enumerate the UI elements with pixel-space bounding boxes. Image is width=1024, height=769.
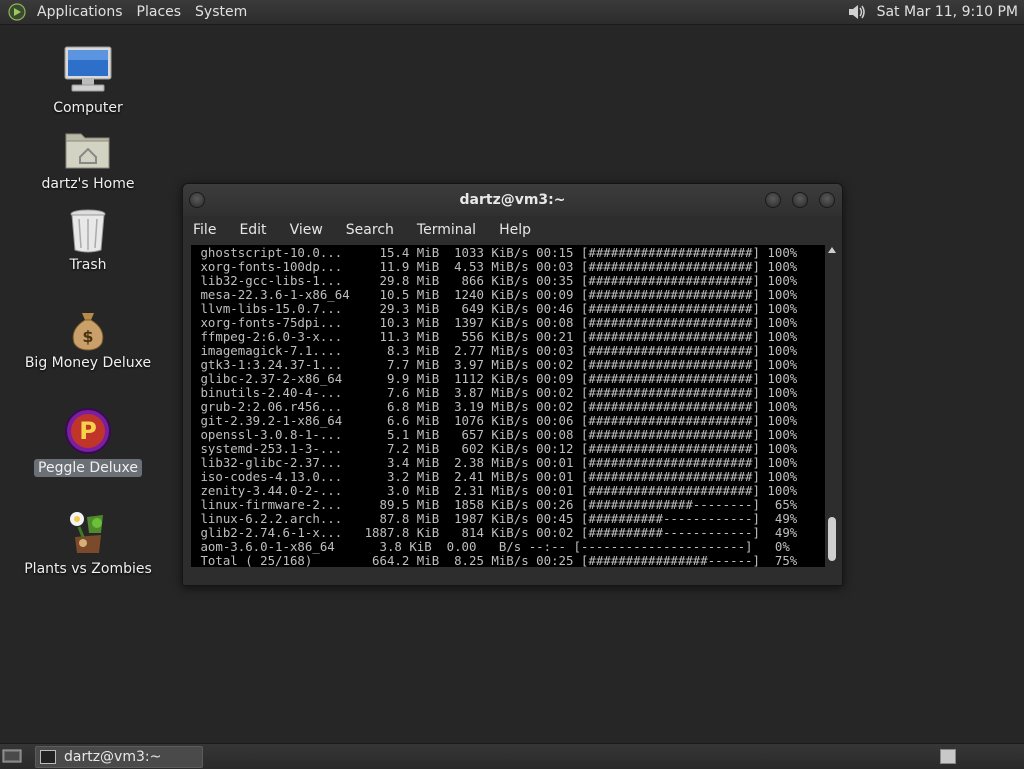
terminal-line: systemd-253.1-3-... 7.2 MiB 602 KiB/s 00… [193, 441, 798, 456]
window-title: dartz@vm3:~ [459, 192, 566, 208]
svg-text:P: P [79, 417, 97, 445]
clock[interactable]: Sat Mar 11, 9:10 PM [877, 4, 1018, 20]
show-desktop-icon[interactable] [2, 748, 22, 764]
terminal-line: zenity-3.44.0-2-... 3.0 MiB 2.31 MiB/s 0… [193, 483, 798, 498]
terminal-line: xorg-fonts-75dpi... 10.3 MiB 1397 KiB/s … [193, 315, 798, 330]
menu-search[interactable]: Search [343, 222, 397, 238]
terminal-line: Total ( 25/168) 664.2 MiB 8.25 MiB/s 00:… [193, 553, 798, 568]
terminal-line: glibc-2.37-2-x86_64 9.9 MiB 1112 KiB/s 0… [193, 371, 798, 386]
taskbar-item-label: dartz@vm3:~ [64, 749, 162, 765]
desktop-icon-label: Trash [69, 257, 107, 273]
places-menu[interactable]: Places [130, 4, 189, 20]
menu-view[interactable]: View [287, 222, 326, 238]
menu-edit[interactable]: Edit [236, 222, 269, 238]
close-button[interactable] [819, 192, 835, 208]
terminal-line: xorg-fonts-100dp... 11.9 MiB 4.53 MiB/s … [193, 259, 798, 274]
terminal-output[interactable]: ghostscript-10.0... 15.4 MiB 1033 KiB/s … [191, 245, 825, 567]
main-menu-logo-icon[interactable] [8, 3, 26, 21]
money-bag-icon: $ [72, 313, 104, 351]
taskbar-item-terminal[interactable]: dartz@vm3:~ [35, 746, 203, 768]
desktop-icon-plants-vs-zombies[interactable]: Plants vs Zombies [13, 507, 163, 578]
terminal-line: imagemagick-7.1.... 8.3 MiB 2.77 MiB/s 0… [193, 343, 798, 358]
terminal-line: iso-codes-4.13.0... 3.2 MiB 2.41 MiB/s 0… [193, 469, 798, 484]
desktop-icon-label: Peggle Deluxe [34, 459, 142, 477]
system-tray: Sat Mar 11, 9:10 PM [847, 3, 1018, 21]
terminal-line: glib2-2.74.6-1-x... 1887.8 KiB 814 KiB/s… [193, 525, 798, 540]
plants-vs-zombies-icon [70, 512, 103, 553]
terminal-line: binutils-2.40-4-... 7.6 MiB 3.87 MiB/s 0… [193, 385, 798, 400]
menu-file[interactable]: File [190, 222, 219, 238]
window-titlebar[interactable]: dartz@vm3:~ [183, 184, 842, 216]
desktop-icon-computer[interactable]: Computer [13, 44, 163, 117]
menu-help[interactable]: Help [496, 222, 534, 238]
desktop-icon-label: dartz's Home [41, 176, 135, 192]
terminal-line: openssl-3.0.8-1-... 5.1 MiB 657 KiB/s 00… [193, 427, 798, 442]
terminal-line: aom-3.6.0-1-x86_64 3.8 KiB 0.00 B/s --:-… [193, 539, 790, 554]
top-panel: Applications Places System Sat Mar 11, 9… [0, 0, 1024, 25]
home-folder-icon [65, 133, 110, 169]
desktop-icon-home[interactable]: dartz's Home [13, 126, 163, 193]
terminal-menubar: File Edit View Search Terminal Help [183, 216, 842, 244]
bottom-panel: dartz@vm3:~ [0, 743, 1024, 769]
trash-icon [70, 209, 106, 253]
peggle-icon: P [65, 408, 111, 454]
minimize-button[interactable] [765, 192, 781, 208]
applications-menu[interactable]: Applications [30, 4, 130, 20]
terminal-line: mesa-22.3.6-1-x86_64 10.5 MiB 1240 KiB/s… [193, 287, 798, 302]
terminal-line: gtk3-1:3.24.37-1... 7.7 MiB 3.97 MiB/s 0… [193, 357, 798, 372]
maximize-button[interactable] [792, 192, 808, 208]
terminal-line: linux-firmware-2... 89.5 MiB 1858 KiB/s … [193, 497, 798, 512]
desktop-icon-trash[interactable]: Trash [13, 207, 163, 274]
terminal-icon [40, 750, 56, 764]
terminal-line: llvm-libs-15.0.7... 29.3 MiB 649 KiB/s 0… [193, 301, 798, 316]
terminal-line: grub-2:2.06.r456... 6.8 MiB 3.19 MiB/s 0… [193, 399, 798, 414]
workspace-switcher[interactable] [940, 749, 956, 764]
desktop-icon-peggle-deluxe[interactable]: P Peggle Deluxe [13, 406, 163, 477]
scroll-up-arrow-icon[interactable] [828, 247, 836, 253]
terminal-line: ghostscript-10.0... 15.4 MiB 1033 KiB/s … [193, 245, 798, 260]
svg-text:$: $ [82, 327, 93, 346]
desktop-icon-label: Plants vs Zombies [24, 561, 152, 577]
desktop-icon-big-money-deluxe[interactable]: $ Big Money Deluxe [13, 309, 163, 372]
terminal-scrollbar[interactable] [826, 245, 838, 567]
terminal-line: git-2.39.2-1-x86_64 6.6 MiB 1076 KiB/s 0… [193, 413, 798, 428]
window-menu-button[interactable] [189, 192, 205, 208]
terminal-line: lib32-glibc-2.37... 3.4 MiB 2.38 MiB/s 0… [193, 455, 798, 470]
terminal-line: ffmpeg-2:6.0-3-x... 11.3 MiB 556 KiB/s 0… [193, 329, 798, 344]
scroll-thumb[interactable] [828, 517, 836, 561]
desktop-icon-label: Big Money Deluxe [24, 355, 152, 371]
terminal-line: linux-6.2.2.arch... 87.8 MiB 1987 KiB/s … [193, 511, 798, 526]
computer-icon [64, 46, 112, 92]
desktop-icon-label: Computer [53, 100, 123, 116]
system-menu[interactable]: System [188, 4, 254, 20]
terminal-line: lib32-gcc-libs-1... 29.8 MiB 866 KiB/s 0… [193, 273, 798, 288]
terminal-window: dartz@vm3:~ File Edit View Search Termin… [182, 183, 843, 586]
volume-icon[interactable] [847, 3, 867, 21]
menu-terminal[interactable]: Terminal [414, 222, 479, 238]
